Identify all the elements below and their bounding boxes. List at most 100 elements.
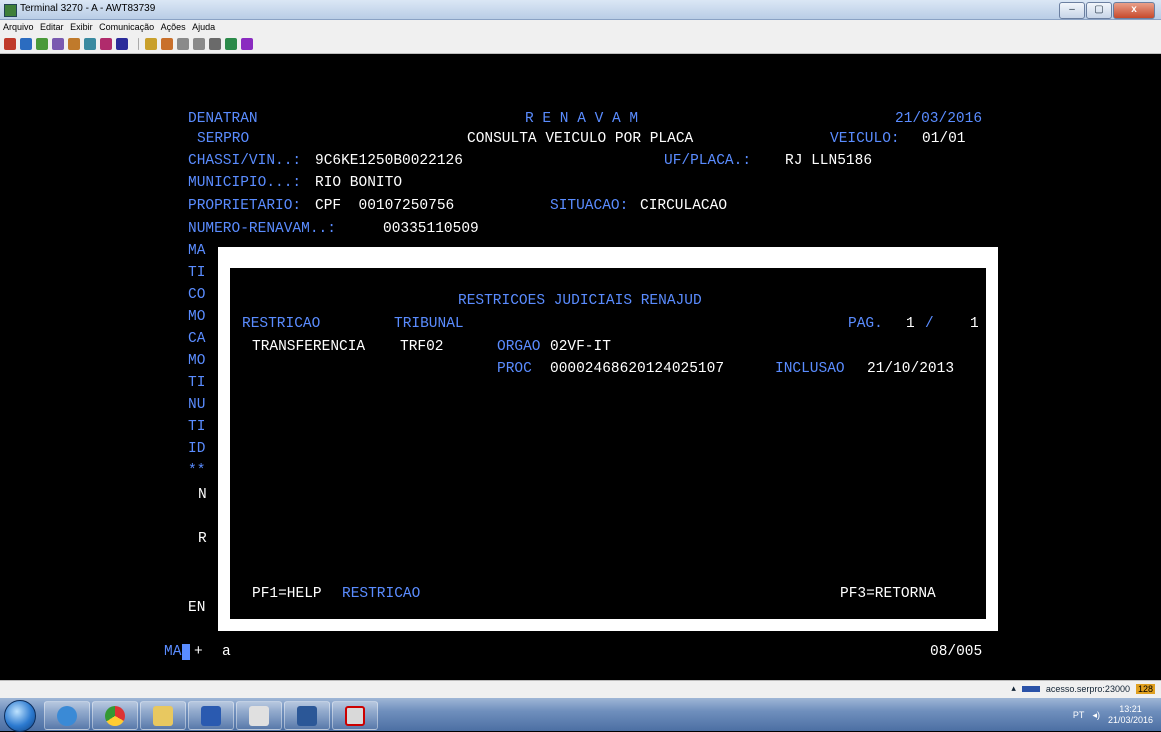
word-taskbar-button[interactable] [284,701,330,730]
java-taskbar-button[interactable] [236,701,282,730]
menu-ajuda[interactable]: Ajuda [192,20,215,34]
page-current: 1 [906,316,915,332]
explorer-taskbar-button[interactable] [140,701,186,730]
orgao-label: ORGAO [497,339,541,355]
terminal-app-icon [4,4,17,17]
window-title: Terminal 3270 - A - AWT83739 [20,3,156,14]
receive-icon[interactable] [161,37,173,50]
orgao-value: 02VF-IT [550,339,611,355]
veiculo-value: 01/01 [922,131,966,147]
inclusao-label: INCLUSAO [775,361,845,377]
java-icon [249,705,269,726]
proc-value: 00002468620124025107 [550,361,725,377]
disconnect-icon[interactable] [20,37,32,50]
help-icon[interactable] [241,37,253,50]
chassi-value: 9C6KE1250B0022126 [315,153,463,169]
restricao-value: TRANSFERENCIA [252,339,366,355]
ie-icon [57,705,77,726]
system-tray: PT ◂) 13:21 21/03/2016 [1073,704,1153,726]
keyboard-icon[interactable] [116,37,128,50]
left-fragment: CA [188,331,206,347]
toolbar [0,34,1161,54]
media-taskbar-button[interactable] [188,701,234,730]
copy-icon[interactable] [36,37,48,50]
renavam-label: NUMERO-RENAVAM..: [188,221,336,237]
pf3-return-key[interactable]: PF3=RETORNA [840,585,936,603]
subsystem-label: SERPRO [197,131,250,147]
pf1-help-key[interactable]: PF1=HELP [252,585,322,603]
clock-date: 21/03/2016 [1107,715,1153,725]
left-fragment-r: R [198,531,207,547]
pdf-icon [345,705,365,726]
screen-icon[interactable] [209,37,221,50]
terminal-screen[interactable]: DENATRAN R E N A V A M 21/03/2016 SERPRO… [0,54,1161,680]
proc-label: PROC [497,361,532,377]
menu-exibir[interactable]: Exibir [70,20,93,34]
inclusao-value: 21/10/2013 [867,361,955,377]
system-title: R E N A V A M [525,111,639,127]
send-icon[interactable] [145,37,157,50]
transaction-title: CONSULTA VEICULO POR PLACA [467,131,694,147]
refresh-icon[interactable] [225,37,237,50]
cmd-plus: + [194,644,203,660]
close-button[interactable]: x [1113,2,1155,19]
popup-title: RESTRICOES JUDICIAIS RENAJUD [458,293,702,309]
network-icon [1021,685,1040,692]
menu-acoes[interactable]: Ações [161,20,186,34]
left-fragment: TI [188,419,206,435]
left-fragment: ID [188,441,206,457]
print-icon[interactable] [68,37,80,50]
page-total: 1 [970,316,979,332]
command-input[interactable]: a [222,643,231,661]
menu-editar[interactable]: Editar [40,20,64,34]
left-fragment: NU [188,397,206,413]
clock[interactable]: 13:21 21/03/2016 [1108,704,1153,726]
language-indicator[interactable]: PT [1073,710,1085,721]
status-badge: 128 [1135,683,1155,694]
volume-icon[interactable]: ◂) [1092,710,1100,721]
chrome-icon [105,705,125,726]
connect-icon[interactable] [4,37,16,50]
status-bar: ▴ acesso.serpro:23000 128 [0,680,1161,698]
window-controls: – ▢ x [1059,2,1155,19]
transfer-icon[interactable] [84,37,96,50]
renavam-value: 00335110509 [383,221,479,237]
start-button[interactable] [4,700,36,732]
tribunal-value: TRF02 [400,339,444,355]
left-fragment: CO [188,287,206,303]
left-fragment: TI [188,265,206,281]
settings-icon[interactable] [177,37,189,50]
situacao-value: CIRCULACAO [640,198,728,214]
media-icon [201,705,221,726]
col-tribunal-header: TRIBUNAL [394,316,464,332]
left-fragment-en: EN [188,600,206,616]
left-fragment-n: N [198,487,207,503]
maximize-button[interactable]: ▢ [1086,2,1112,19]
situacao-label: SITUACAO: [550,198,629,214]
minimize-button[interactable]: – [1059,2,1085,19]
uf-placa-value: RJ LLN5186 [785,153,873,169]
pf1-context: RESTRICAO [342,586,421,602]
menu-comunicacao[interactable]: Comunicação [99,20,154,34]
screen-date: 21/03/2016 [895,111,983,127]
pdf-taskbar-button[interactable] [332,701,378,730]
macro-icon[interactable] [100,37,112,50]
left-fragment: MO [188,309,206,325]
folder-icon [153,705,173,726]
left-fragment: MA [188,243,206,259]
toolbar-separator [138,37,139,50]
ie-taskbar-button[interactable] [44,701,90,730]
paste-icon[interactable] [52,37,64,50]
org-label: DENATRAN [188,111,258,127]
municipio-label: MUNICIPIO...: [188,175,302,191]
restricoes-popup: RESTRICOES JUDICIAIS RENAJUD RESTRICAO T… [230,268,986,619]
chrome-taskbar-button[interactable] [92,701,138,730]
cmd-prefix: MA [164,644,182,660]
menu-arquivo[interactable]: Arquivo [3,20,34,34]
terminal-cursor [182,644,190,660]
host-address: acesso.serpro:23000 [1045,683,1130,694]
chassi-label: CHASSI/VIN..: [188,153,302,169]
record-icon[interactable] [193,37,205,50]
page-separator: / [925,316,934,332]
window-titlebar: Terminal 3270 - A - AWT83739 – ▢ x [0,0,1161,20]
